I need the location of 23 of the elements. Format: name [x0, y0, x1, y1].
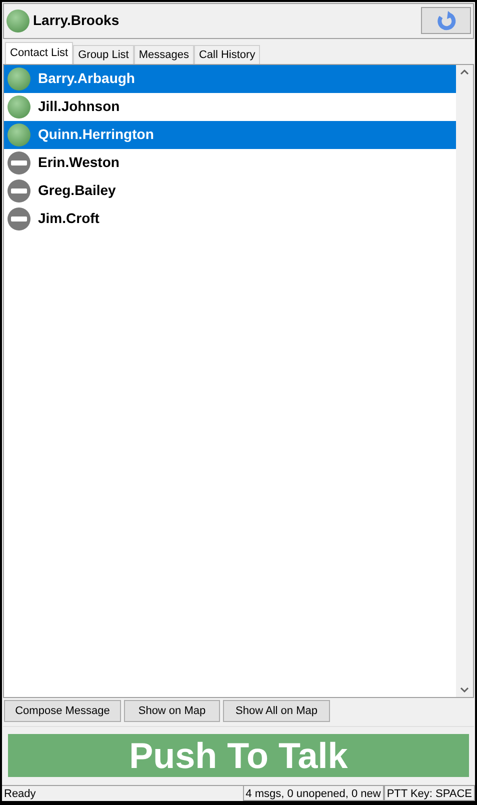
offline-status-icon: [7, 178, 31, 203]
tab[interactable]: Call History: [194, 44, 260, 64]
user-name: Larry.Brooks: [33, 11, 120, 30]
tab[interactable]: Group List: [73, 44, 134, 64]
status-text: PTT Key: SPACE: [384, 785, 475, 801]
refresh-icon: [435, 10, 457, 31]
tab[interactable]: Contact List: [5, 42, 74, 64]
status-text: Ready: [2, 785, 243, 801]
contact-row[interactable]: Quinn.Herrington: [4, 120, 456, 149]
action-button[interactable]: Show All on Map: [223, 700, 330, 722]
status-text: 4 msgs, 0 unopened, 0 new: [242, 785, 384, 801]
online-status-icon: [7, 66, 31, 91]
action-button[interactable]: Show on Map: [124, 700, 220, 722]
tab[interactable]: Messages: [134, 44, 194, 64]
scroll-down-icon[interactable]: [460, 687, 469, 694]
online-status-icon: [7, 122, 31, 147]
action-button[interactable]: Compose Message: [4, 700, 121, 722]
contact-row[interactable]: Barry.Arbaugh: [4, 64, 456, 93]
offline-status-icon: [7, 150, 31, 175]
online-status-icon: [7, 94, 31, 119]
scroll-up-icon[interactable]: [460, 68, 469, 75]
offline-status-icon: [7, 206, 31, 231]
online-status-icon: [6, 8, 30, 33]
